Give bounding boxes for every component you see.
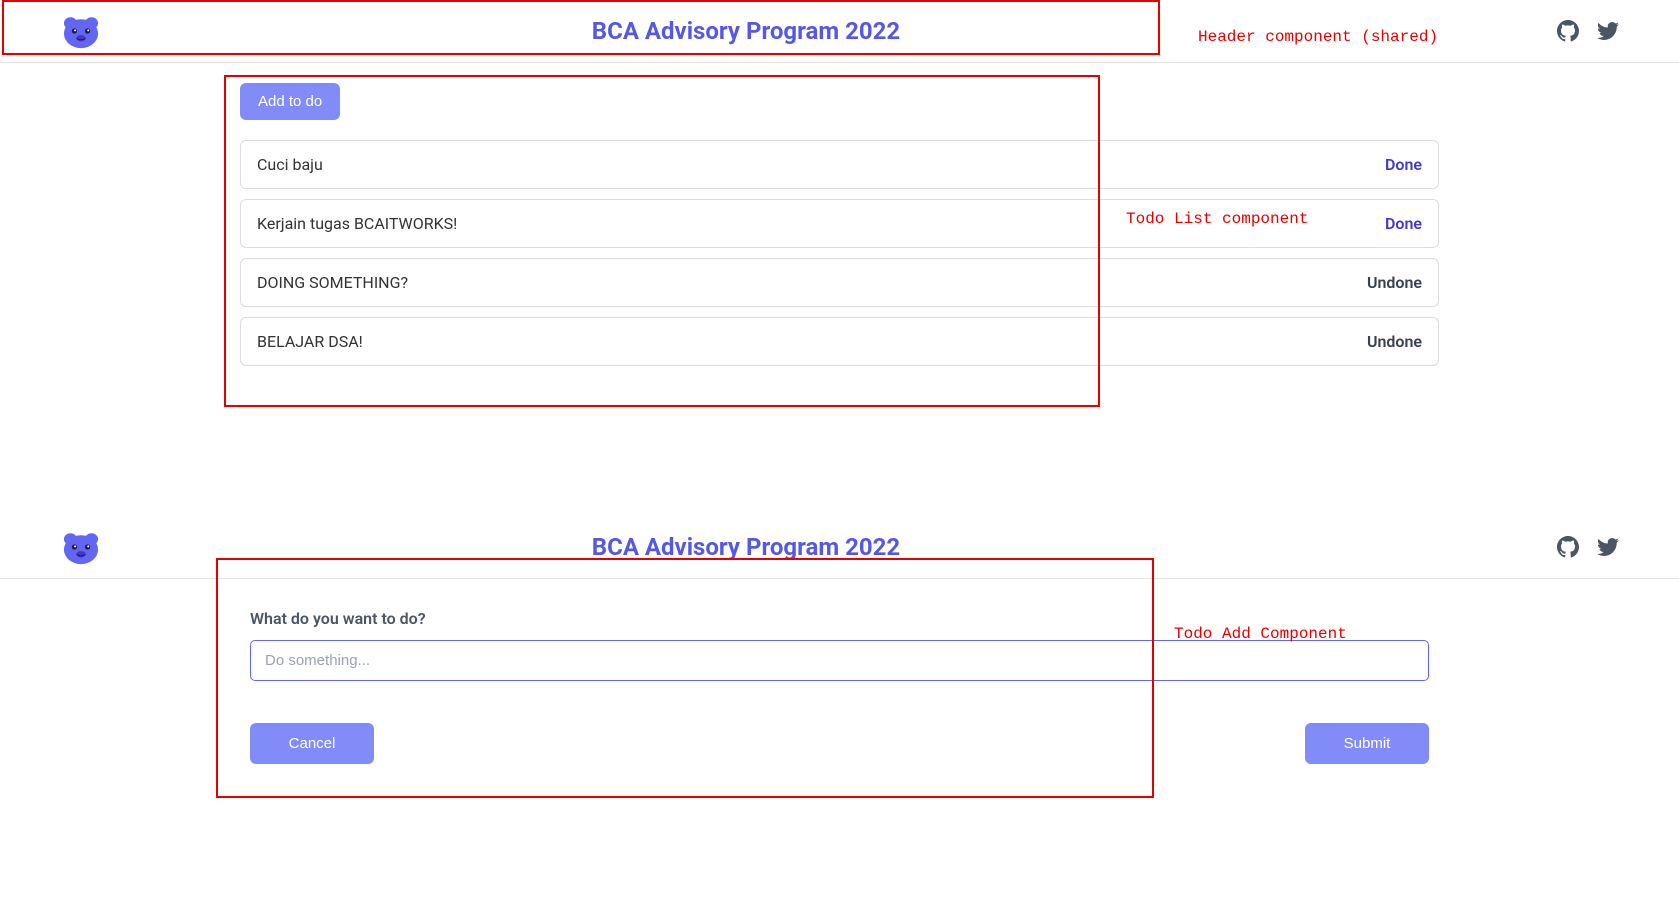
- todo-status-toggle[interactable]: Done: [1385, 214, 1422, 233]
- annotation-box-header: [2, 0, 1160, 55]
- annotation-box-list: [224, 75, 1100, 407]
- todo-status-toggle[interactable]: Done: [1385, 155, 1422, 174]
- github-icon[interactable]: [1557, 20, 1579, 42]
- twitter-icon[interactable]: [1597, 20, 1619, 42]
- annotation-label-list: Todo List component: [1126, 210, 1308, 228]
- annotation-box-add: [216, 558, 1154, 798]
- page-title: BCA Advisory Program 2022: [0, 533, 1557, 561]
- todo-status-toggle[interactable]: Undone: [1367, 273, 1422, 292]
- twitter-icon[interactable]: [1597, 536, 1619, 558]
- submit-button[interactable]: Submit: [1305, 723, 1429, 764]
- annotation-label-add: Todo Add Component: [1174, 625, 1347, 643]
- annotation-label-header: Header component (shared): [1198, 28, 1438, 46]
- todo-status-toggle[interactable]: Undone: [1367, 332, 1422, 351]
- github-icon[interactable]: [1557, 536, 1579, 558]
